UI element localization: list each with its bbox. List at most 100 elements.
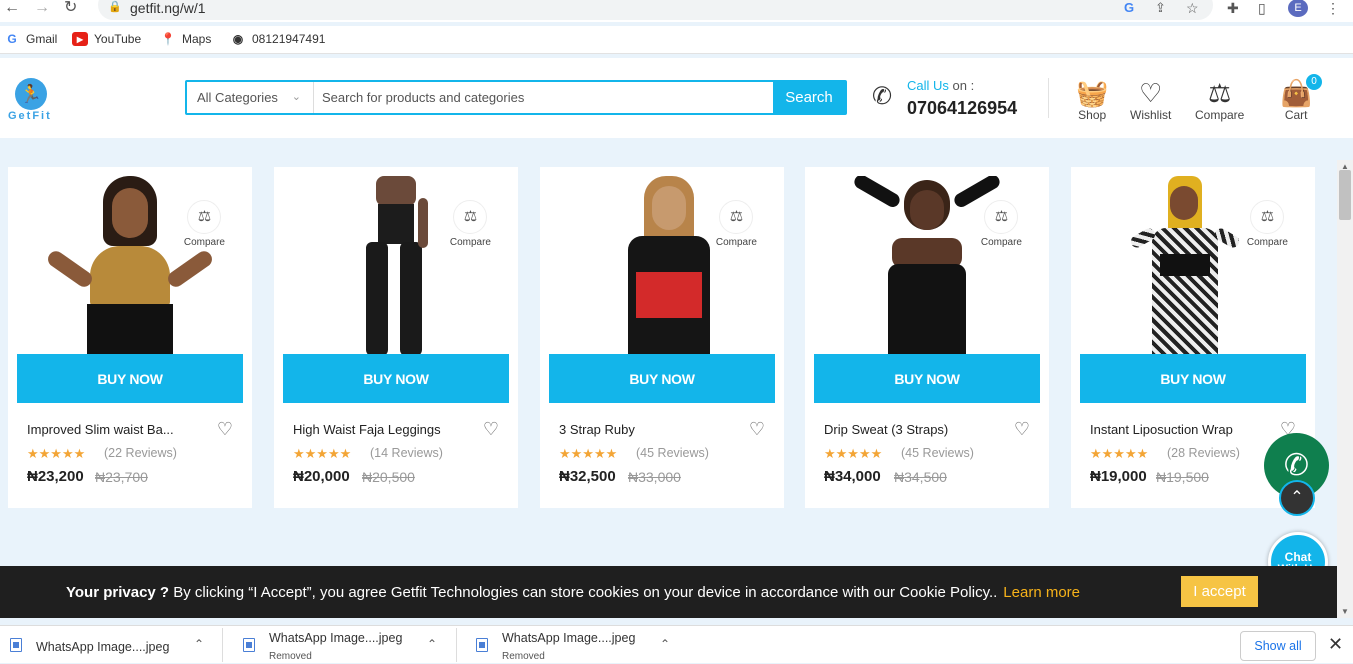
- star-bookmark-icon[interactable]: ☆: [1186, 0, 1199, 16]
- search-button[interactable]: Search: [773, 82, 845, 113]
- product-image[interactable]: ⚖ Compare: [549, 176, 775, 354]
- bookmark-label: YouTube: [94, 32, 142, 46]
- nav-shop-label: Shop: [1078, 108, 1107, 122]
- close-icon[interactable]: ✕: [1328, 634, 1343, 655]
- heart-icon: ♡: [1139, 78, 1163, 108]
- file-icon: [476, 638, 488, 652]
- buy-now-button[interactable]: BUY NOW: [814, 354, 1040, 403]
- header-divider: [1048, 78, 1049, 118]
- phone-icon: ✆: [872, 83, 893, 110]
- scroll-to-top-button[interactable]: ⌃: [1279, 480, 1315, 516]
- nav-wishlist[interactable]: ♡ Wishlist: [1130, 78, 1171, 122]
- download-item[interactable]: WhatsApp Image....jpeg Removed ⌃: [476, 626, 676, 664]
- product-price: ₦34,000: [824, 468, 881, 485]
- product-name[interactable]: Drip Sweat (3 Straps): [824, 422, 994, 437]
- buy-now-button[interactable]: BUY NOW: [17, 354, 243, 403]
- file-icon: [10, 638, 22, 652]
- page-scrollbar[interactable]: ▲ ▼: [1337, 160, 1353, 618]
- maps-pin-icon: 📍: [160, 32, 176, 46]
- basket-icon: 🧺: [1076, 78, 1109, 108]
- compare-button[interactable]: ⚖ Compare: [716, 200, 757, 248]
- product-old-price: ₦23,700: [95, 469, 148, 485]
- scale-icon: ⚖: [719, 200, 754, 234]
- nav-cart-label: Cart: [1284, 108, 1308, 122]
- show-all-button[interactable]: Show all: [1240, 631, 1316, 661]
- google-icon[interactable]: G: [1124, 0, 1134, 16]
- globe-icon: ◉: [232, 32, 244, 46]
- product-name[interactable]: High Waist Faja Leggings: [293, 422, 463, 437]
- site-header: 🏃 GetFit All Categories ⌄ Search ✆ Call …: [0, 58, 1353, 138]
- product-old-price: ₦19,500: [1156, 469, 1209, 485]
- product-old-price: ₦34,500: [894, 469, 947, 485]
- chevron-up-icon[interactable]: ⌃: [660, 637, 670, 651]
- buy-now-button[interactable]: BUY NOW: [1080, 354, 1306, 403]
- product-image[interactable]: ⚖ Compare: [17, 176, 243, 354]
- reload-icon[interactable]: ↻: [64, 0, 77, 16]
- compare-button[interactable]: ⚖ Compare: [981, 200, 1022, 248]
- download-name: WhatsApp Image....jpeg: [502, 631, 636, 645]
- share-icon[interactable]: ⇪: [1155, 0, 1166, 16]
- bookmark-gmail[interactable]: G Gmail: [4, 32, 57, 46]
- download-name: WhatsApp Image....jpeg: [269, 631, 403, 645]
- buy-now-button[interactable]: BUY NOW: [283, 354, 509, 403]
- product-old-price: ₦20,500: [362, 469, 415, 485]
- product-price: ₦20,000: [293, 468, 350, 485]
- chevron-down-icon: ⌄: [291, 91, 301, 103]
- url-text[interactable]: getfit.ng/w/1: [130, 0, 206, 16]
- wishlist-heart-icon[interactable]: ♡: [749, 419, 765, 440]
- accept-cookies-button[interactable]: I accept: [1181, 576, 1258, 607]
- wishlist-heart-icon[interactable]: ♡: [483, 419, 499, 440]
- wishlist-heart-icon[interactable]: ♡: [217, 419, 233, 440]
- scroll-down-arrow-icon[interactable]: ▼: [1341, 607, 1349, 616]
- bookmark-label: Gmail: [26, 32, 58, 46]
- rating-stars: ★★★★★: [1090, 446, 1149, 461]
- browser-toolbar: ← → ↻ 🔒 getfit.ng/w/1 G ⇪ ☆ ✚ ▯ E ⋮: [0, 0, 1353, 22]
- back-icon[interactable]: ←: [4, 0, 20, 16]
- wishlist-heart-icon[interactable]: ♡: [1014, 419, 1030, 440]
- bookmark-youtube[interactable]: ▶ YouTube: [72, 32, 141, 46]
- profile-avatar[interactable]: E: [1288, 0, 1308, 17]
- call-number[interactable]: 07064126954: [907, 98, 1017, 119]
- category-select-value: All Categories: [197, 90, 278, 105]
- bookmark-label: 08121947491: [252, 32, 326, 46]
- extensions-icon[interactable]: ✚: [1227, 0, 1239, 16]
- product-name[interactable]: Instant Liposuction Wrap: [1090, 422, 1260, 437]
- call-on-text: on :: [948, 78, 975, 93]
- bookmark-phone[interactable]: ◉ 08121947491: [230, 32, 326, 46]
- menu-icon[interactable]: ⋮: [1326, 0, 1340, 16]
- product-name[interactable]: 3 Strap Ruby: [559, 422, 729, 437]
- nav-compare[interactable]: ⚖ Compare: [1195, 78, 1244, 122]
- bookmark-maps[interactable]: 📍 Maps: [160, 32, 212, 46]
- buy-now-button[interactable]: BUY NOW: [549, 354, 775, 403]
- compare-button[interactable]: ⚖ Compare: [1247, 200, 1288, 248]
- call-us-text: Call Us: [907, 78, 949, 93]
- learn-more-link[interactable]: Learn more: [1003, 584, 1080, 601]
- download-item[interactable]: WhatsApp Image....jpeg ⌃: [10, 626, 210, 664]
- nav-shop[interactable]: 🧺 Shop: [1076, 78, 1108, 122]
- rating-stars: ★★★★★: [27, 446, 86, 461]
- nav-cart[interactable]: 👜 Cart 0: [1280, 74, 1322, 122]
- scroll-thumb[interactable]: [1339, 170, 1351, 220]
- scale-icon: ⚖: [453, 200, 488, 234]
- compare-label: Compare: [980, 237, 1022, 248]
- nav-compare-label: Compare: [1195, 108, 1245, 122]
- download-name: WhatsApp Image....jpeg: [36, 640, 170, 654]
- search-input[interactable]: [314, 82, 773, 113]
- download-status: Removed: [502, 651, 545, 662]
- download-item[interactable]: WhatsApp Image....jpeg Removed ⌃: [243, 626, 443, 664]
- product-image[interactable]: ⚖ Compare: [1080, 176, 1306, 354]
- getfit-logo[interactable]: 🏃 GetFit: [8, 78, 58, 124]
- category-select[interactable]: All Categories ⌄: [187, 82, 314, 113]
- compare-button[interactable]: ⚖ Compare: [184, 200, 225, 248]
- chevron-up-icon[interactable]: ⌃: [194, 637, 204, 651]
- compare-button[interactable]: ⚖ Compare: [450, 200, 491, 248]
- forward-icon[interactable]: →: [34, 0, 50, 16]
- sidepanel-icon[interactable]: ▯: [1258, 0, 1266, 16]
- chevron-up-icon[interactable]: ⌃: [427, 637, 437, 651]
- chat-line-1: Chat: [1284, 550, 1312, 564]
- product-name[interactable]: Improved Slim waist Ba...: [27, 422, 197, 437]
- product-image[interactable]: ⚖ Compare: [814, 176, 1040, 354]
- address-bar[interactable]: [98, 0, 1213, 20]
- scale-icon: ⚖: [187, 200, 222, 234]
- product-image[interactable]: ⚖ Compare: [283, 176, 509, 354]
